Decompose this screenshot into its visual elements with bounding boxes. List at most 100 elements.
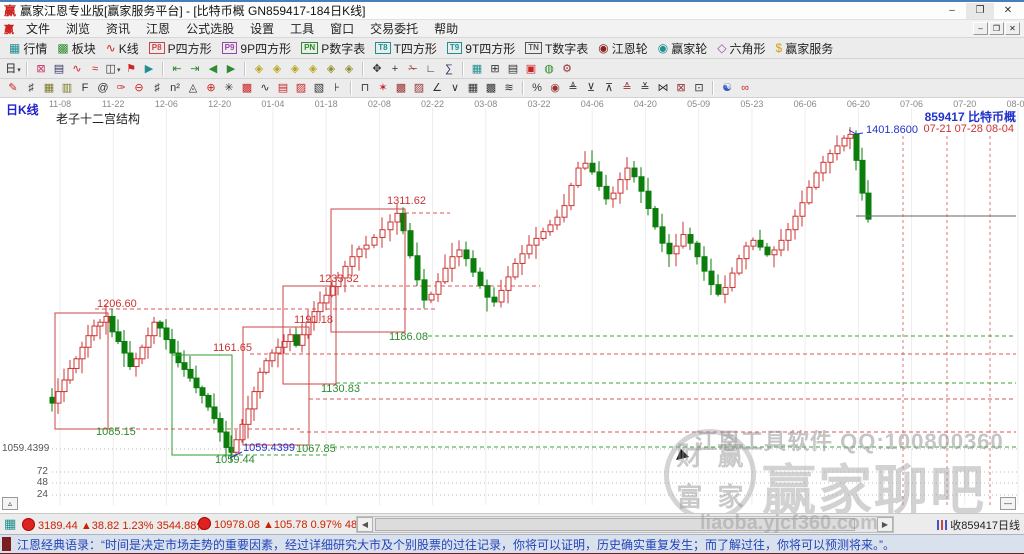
scrollbar-thumb[interactable] <box>375 518 855 531</box>
burst-tool-icon[interactable]: ✶ <box>375 80 391 96</box>
boxx-tool-icon[interactable]: ⊠ <box>673 80 689 96</box>
notebook-icon[interactable]: ▤ <box>505 61 521 77</box>
target-tool-icon[interactable]: ◉ <box>547 80 563 96</box>
star-tool-icon[interactable]: ✳ <box>221 80 237 96</box>
prev-bar-icon[interactable]: ◀ <box>205 61 221 77</box>
kline-button[interactable]: ∿ K线 <box>101 39 144 58</box>
network-icon[interactable]: ◍ <box>541 61 557 77</box>
p-number-table-button[interactable]: PN P数字表 <box>296 39 370 58</box>
zoom-diamond-1-icon[interactable]: ◈ <box>251 61 267 77</box>
boxdot-tool-icon[interactable]: ⊡ <box>691 80 707 96</box>
p9-square-button[interactable]: P9 9P四方形 <box>217 39 296 58</box>
percent-tool-icon[interactable]: % <box>529 80 545 96</box>
gann-wheel-button[interactable]: ◉ 江恩轮 <box>593 39 653 58</box>
mdi-restore-button[interactable]: ❐ <box>989 22 1004 35</box>
hexagon-button[interactable]: ◇ 六角形 <box>712 39 770 58</box>
angle2-tool-icon[interactable]: ∠ <box>429 80 445 96</box>
table-tool-icon[interactable]: ▦ <box>465 80 481 96</box>
est2-tool-icon[interactable]: ≚ <box>637 80 653 96</box>
mdi-minimize-button[interactable]: – <box>973 22 988 35</box>
winner-service-button[interactable]: $ 赢家服务 <box>771 39 839 58</box>
first-bar-icon[interactable]: ⇤ <box>169 61 185 77</box>
winner-wheel-button[interactable]: ◉ 赢家轮 <box>653 39 713 58</box>
quotes-button[interactable]: ▦ 行情 <box>4 39 52 58</box>
table2-tool-icon[interactable]: ▩ <box>483 80 499 96</box>
quotes-grid-icon[interactable]: ▦ <box>4 516 16 532</box>
box-tool-icon[interactable]: ⊓ <box>357 80 373 96</box>
chart-area[interactable]: 日K线 老子十二宫结构 859417 比特币概 07-21 07-28 08-0… <box>0 98 1024 513</box>
info-panel-icon[interactable]: ▤ <box>51 61 67 77</box>
settings-icon[interactable]: ⚙ <box>559 61 575 77</box>
wave-tool-icon[interactable]: ∿ <box>257 80 273 96</box>
last-bar-icon[interactable]: ⇥ <box>187 61 203 77</box>
delta-tool-icon[interactable]: ≜ <box>565 80 581 96</box>
minimize-button[interactable]: – <box>938 3 966 19</box>
bowtie-tool-icon[interactable]: ⋈ <box>655 80 671 96</box>
scroll-left-button[interactable]: ◀ <box>357 517 373 532</box>
period-day-selector[interactable]: 日▾ <box>5 61 21 77</box>
menu-item-1[interactable]: 文件 <box>18 22 58 36</box>
grid5-tool-icon[interactable]: ▧ <box>311 80 327 96</box>
waves-tool-icon[interactable]: ≋ <box>501 80 517 96</box>
xor-tool-icon[interactable]: ⊻ <box>583 80 599 96</box>
est-tool-icon[interactable]: ≙ <box>619 80 635 96</box>
gann-grid-icon[interactable]: ▦ <box>41 80 57 96</box>
scroll-right-button[interactable]: ▶ <box>877 517 893 532</box>
next-bar-icon[interactable]: ▶ <box>223 61 239 77</box>
infinity-icon[interactable]: ∞ <box>737 80 753 96</box>
menu-item-7[interactable]: 工具 <box>282 22 322 36</box>
angle-tool-icon[interactable]: ∟ <box>423 61 439 77</box>
sse-index-ticker[interactable]: 3189.44 ▲38.82 1.23% 3544.88亿 <box>22 517 207 533</box>
save-icon[interactable]: ▣ <box>523 61 539 77</box>
shade2-tool-icon[interactable]: ▨ <box>411 80 427 96</box>
horizontal-scrollbar[interactable]: ◀ ▶ <box>356 516 894 533</box>
circle-tool-icon[interactable]: ⊖ <box>131 80 147 96</box>
triangle-tool-icon[interactable]: ◬ <box>185 80 201 96</box>
crosshair-tool-icon[interactable]: + <box>387 61 403 77</box>
zoom-diamond-4-icon[interactable]: ◈ <box>305 61 321 77</box>
shade-tool-icon[interactable]: ▩ <box>393 80 409 96</box>
grid4-tool-icon[interactable]: ▨ <box>293 80 309 96</box>
pattern-tool-icon[interactable]: ▩ <box>239 80 255 96</box>
zoom-diamond-2-icon[interactable]: ◈ <box>269 61 285 77</box>
menu-item-2[interactable]: 浏览 <box>58 22 98 36</box>
menu-item-4[interactable]: 江恩 <box>138 22 178 36</box>
t-number-table-button[interactable]: TN T数字表 <box>520 39 593 58</box>
grid3-tool-icon[interactable]: ▤ <box>275 80 291 96</box>
flag-marker-icon[interactable]: ⚑ <box>123 61 139 77</box>
menu-item-3[interactable]: 资讯 <box>98 22 138 36</box>
menu-item-6[interactable]: 设置 <box>242 22 282 36</box>
circle-cross-tool-icon[interactable]: ⊕ <box>203 80 219 96</box>
collapse-panel-button[interactable]: — <box>1000 497 1016 510</box>
zoom-diamond-5-icon[interactable]: ◈ <box>323 61 339 77</box>
hash2-tool-icon[interactable]: ♯ <box>149 80 165 96</box>
vee-tool-icon[interactable]: ∨ <box>447 80 463 96</box>
t-square-button[interactable]: T8 T四方形 <box>370 39 442 58</box>
p-square-button[interactable]: P8 P四方形 <box>144 39 217 58</box>
stats-tool-icon[interactable]: ∑ <box>441 61 457 77</box>
menu-item-5[interactable]: 公式选股 <box>178 22 242 36</box>
line-chart-icon[interactable]: ∿ <box>69 61 85 77</box>
close-button[interactable]: ✕ <box>994 3 1022 19</box>
nand-tool-icon[interactable]: ⊼ <box>601 80 617 96</box>
spiral-tool-icon[interactable]: @ <box>95 80 111 96</box>
pen2-tool-icon[interactable]: ✑ <box>113 80 129 96</box>
maximize-button[interactable]: ❐ <box>966 3 994 19</box>
menu-item-8[interactable]: 窗口 <box>322 22 362 36</box>
square-of-nine-icon[interactable]: n² <box>167 80 183 96</box>
cut-tool-icon[interactable]: ✁ <box>405 61 421 77</box>
t9-square-button[interactable]: T9 9T四方形 <box>442 39 520 58</box>
hash-grid-icon[interactable]: ♯ <box>23 80 39 96</box>
sectors-button[interactable]: ▩ 板块 <box>52 39 100 58</box>
menu-item-9[interactable]: 交易委托 <box>362 22 426 36</box>
hand-tool-icon[interactable]: ✥ <box>369 61 385 77</box>
expand-indicator-button[interactable]: ▵ <box>2 497 18 510</box>
no-overlay-icon[interactable]: ⊠ <box>33 61 49 77</box>
pen-tool-icon[interactable]: ✎ <box>5 80 21 96</box>
gann-grid2-icon[interactable]: ▥ <box>59 80 75 96</box>
candle-style-icon[interactable]: ◫▾ <box>105 61 121 77</box>
zoom-diamond-3-icon[interactable]: ◈ <box>287 61 303 77</box>
zoom-diamond-6-icon[interactable]: ◈ <box>341 61 357 77</box>
yin-yang-icon[interactable]: ☯ <box>719 80 735 96</box>
line-chart2-icon[interactable]: ≈ <box>87 61 103 77</box>
